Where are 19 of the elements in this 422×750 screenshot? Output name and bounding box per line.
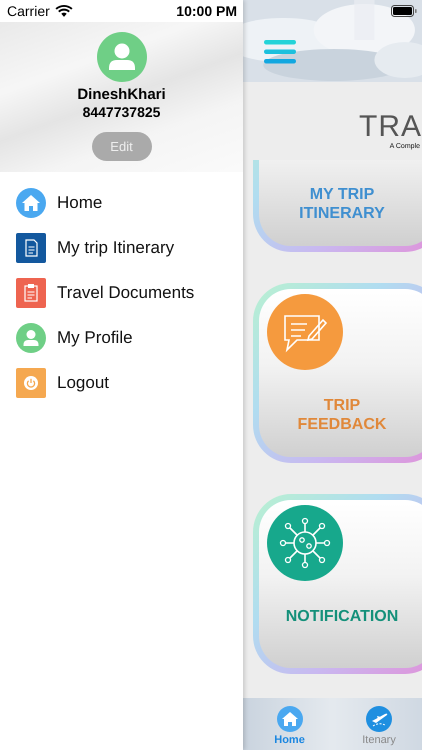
- menu-item[interactable]: Logout: [0, 360, 243, 405]
- card-label: TRIP FEEDBACK: [296, 396, 388, 434]
- menu-item[interactable]: Home: [0, 180, 243, 225]
- menu-item[interactable]: My Profile: [0, 315, 243, 360]
- tab[interactable]: Home: [243, 698, 336, 750]
- tab[interactable]: Itenary: [336, 698, 422, 750]
- logo-title: TRA: [359, 112, 422, 142]
- menu-card[interactable]: TRIP FEEDBACK: [253, 283, 422, 463]
- edit-button[interactable]: Edit: [92, 132, 152, 161]
- menu-item[interactable]: My trip Itinerary: [0, 225, 243, 270]
- user-phone: 8447737825: [82, 104, 160, 120]
- menu-item[interactable]: Travel Documents: [0, 270, 243, 315]
- carrier-name: Carrier: [7, 3, 50, 19]
- menu-card[interactable]: NOTIFICATION: [253, 494, 422, 674]
- card-label: NOTIFICATION: [284, 607, 400, 626]
- user-name: DineshKhari: [77, 86, 166, 103]
- card-label: MY TRIP ITINERARY: [298, 185, 386, 224]
- status-time: 10:00 PM: [176, 3, 237, 19]
- menu-card[interactable]: MY TRIP ITINERARY: [253, 160, 422, 252]
